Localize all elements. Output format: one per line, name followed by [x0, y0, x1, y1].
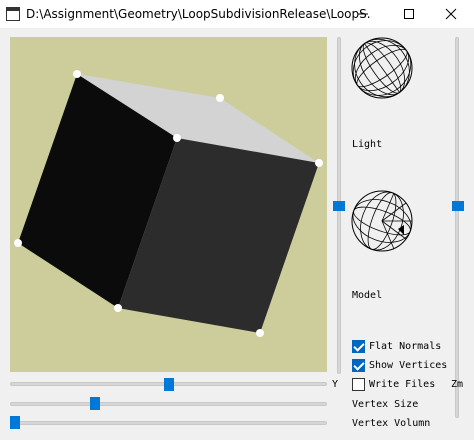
- maximize-icon: [404, 9, 414, 19]
- vertex-volumn-label: Vertex Volumn: [352, 418, 431, 429]
- cube-vertex: [73, 70, 81, 78]
- close-button[interactable]: [428, 0, 474, 28]
- title-bar: D:\Assignment\Geometry\LoopSubdivisionRe…: [0, 0, 474, 28]
- close-icon: [445, 8, 457, 20]
- cube-vertex: [315, 159, 323, 167]
- show-vertices-label: Show Vertices: [369, 360, 448, 371]
- cube-model: [14, 70, 323, 337]
- cube-vertex: [256, 329, 264, 337]
- flat-normals-checkbox[interactable]: [352, 340, 365, 353]
- light-label: Light: [352, 139, 383, 150]
- render-viewport[interactable]: [10, 37, 327, 372]
- vertex-volumn-slider-handle[interactable]: [10, 416, 20, 429]
- write-files-label: Write Files: [369, 379, 436, 390]
- vertex-size-slider[interactable]: [10, 402, 327, 406]
- window-title: D:\Assignment\Geometry\LoopSubdivisionRe…: [26, 7, 372, 21]
- cube-vertex: [216, 94, 224, 102]
- vertical-slider-handle[interactable]: [333, 200, 345, 211]
- cube-vertex: [173, 134, 181, 142]
- cube-vertex: [14, 239, 22, 247]
- zoom-vertical-slider[interactable]: [455, 37, 459, 418]
- model-arcball[interactable]: [346, 185, 418, 257]
- show-vertices-checkbox[interactable]: [352, 359, 365, 372]
- rotation-y-slider-handle[interactable]: [163, 378, 174, 391]
- vertex-size-label: Vertex Size: [352, 399, 419, 410]
- app-window-icon: [6, 6, 20, 21]
- write-files-checkbox[interactable]: [352, 378, 365, 391]
- vertex-size-slider-handle[interactable]: [89, 397, 100, 410]
- minimize-button[interactable]: [340, 0, 386, 28]
- zoom-slider-handle[interactable]: [452, 200, 464, 211]
- vertex-volumn-slider[interactable]: [10, 421, 327, 425]
- flat-normals-label: Flat Normals: [369, 341, 442, 352]
- maximize-button[interactable]: [386, 0, 432, 28]
- zm-slider-label: Zm: [451, 379, 464, 390]
- model-label: Model: [352, 290, 383, 301]
- light-arcball[interactable]: [346, 32, 418, 104]
- minimize-icon: [358, 13, 368, 15]
- y-slider-label: Y: [332, 379, 339, 390]
- cube-vertex: [114, 304, 122, 312]
